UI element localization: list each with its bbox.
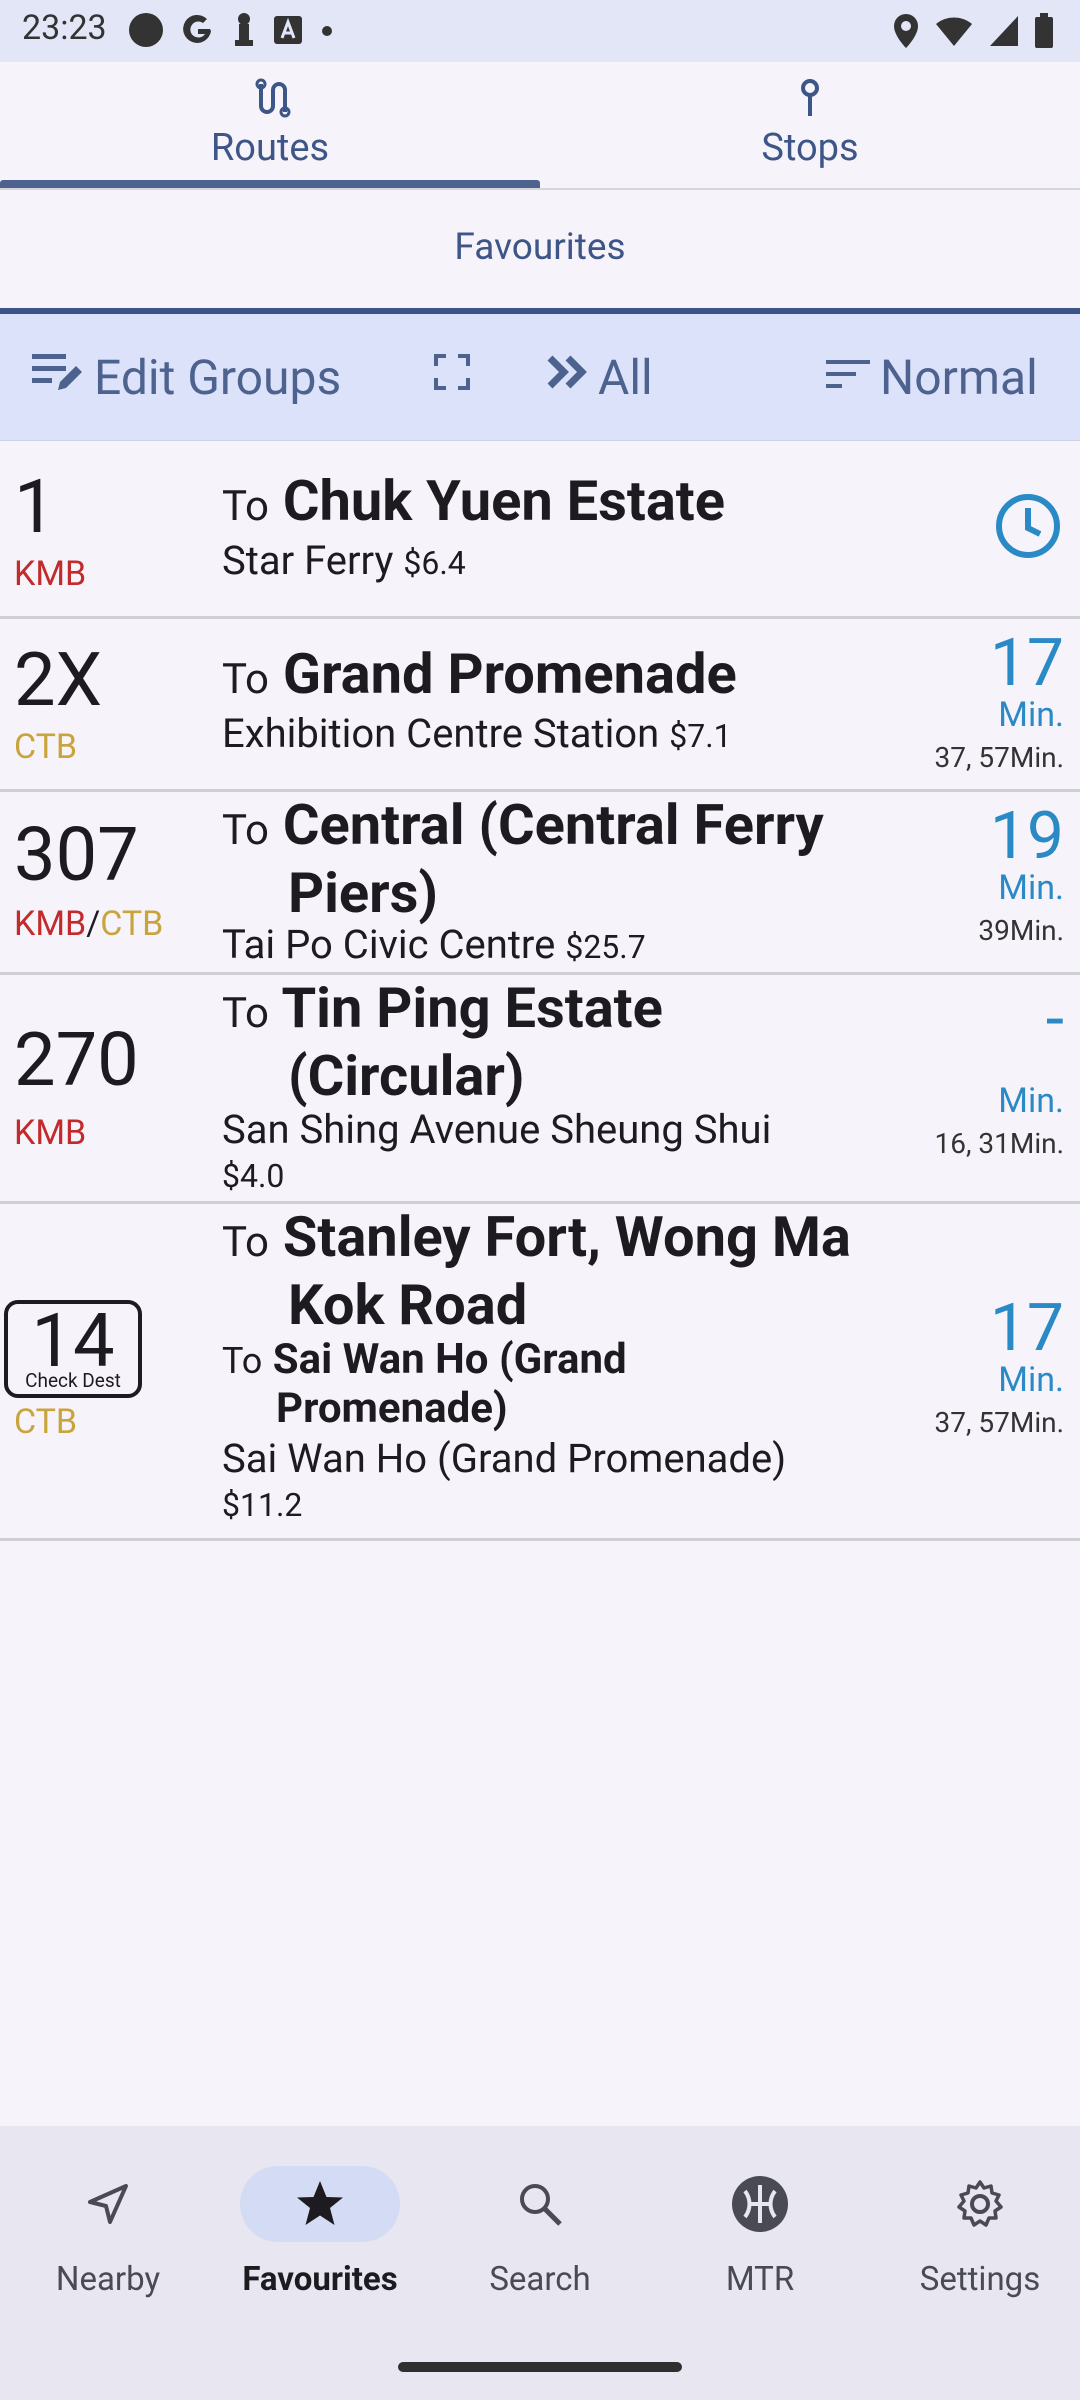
status-right-icons bbox=[892, 12, 1054, 54]
battery-icon bbox=[1034, 13, 1054, 53]
route-number: 307 bbox=[14, 812, 139, 899]
eta-minutes: - bbox=[1045, 981, 1064, 1058]
eta-next: 16, 31Min. bbox=[934, 1127, 1065, 1160]
tab-routes[interactable]: Routes bbox=[0, 62, 540, 188]
operator-ctb: CTB bbox=[14, 1402, 78, 1442]
bottom-navigation: Nearby Favourites Search MTR Settings bbox=[0, 2126, 1080, 2400]
notification-dot-icon bbox=[128, 12, 164, 52]
stop-pin-icon bbox=[788, 76, 832, 124]
fare: $11.2 bbox=[222, 1486, 303, 1524]
sort-icon bbox=[822, 349, 874, 406]
filter-all-label: All bbox=[598, 348, 653, 406]
nav-favourites[interactable]: Favourites bbox=[212, 2126, 428, 2326]
fare: $6.4 bbox=[403, 544, 466, 582]
fare: $7.1 bbox=[669, 717, 732, 755]
chess-piece-icon bbox=[232, 12, 256, 52]
route-row[interactable]: 2X CTB To Grand Promenade Exhibition Cen… bbox=[0, 619, 1080, 792]
tab-stops[interactable]: Stops bbox=[540, 62, 1080, 188]
stop-name: Star Ferry $6.4 bbox=[222, 537, 466, 584]
sub-destination: To Sai Wan Ho (Grand Promenade) bbox=[222, 1335, 627, 1433]
tab-stops-label: Stops bbox=[761, 126, 859, 170]
nav-settings[interactable]: Settings bbox=[872, 2126, 1080, 2326]
destination: To Grand Promenade bbox=[222, 641, 737, 707]
search-icon bbox=[460, 2166, 620, 2242]
edit-groups-label: Edit Groups bbox=[94, 348, 342, 406]
fullscreen-button[interactable] bbox=[430, 314, 474, 440]
route-number: 1 bbox=[14, 464, 56, 551]
double-chevron-right-icon bbox=[546, 349, 592, 406]
route-icon bbox=[248, 76, 292, 124]
route-number: 270 bbox=[14, 1017, 139, 1104]
status-bar: 23:23 bbox=[0, 0, 1080, 62]
eta-next: 39Min. bbox=[978, 914, 1064, 947]
sort-button[interactable]: Normal bbox=[822, 314, 1038, 440]
nav-mtr[interactable]: MTR bbox=[652, 2126, 868, 2326]
nav-search[interactable]: Search bbox=[432, 2126, 648, 2326]
status-time: 23:23 bbox=[22, 8, 107, 48]
eta-unit: Min. bbox=[998, 1081, 1064, 1121]
group-tab-bar[interactable]: Favourites bbox=[0, 188, 1080, 314]
eta-unit: Min. bbox=[998, 868, 1064, 908]
eta-next: 37, 57Min. bbox=[934, 1406, 1065, 1439]
wifi-icon bbox=[934, 14, 974, 52]
clock-icon bbox=[994, 492, 1062, 564]
fare: $4.0 bbox=[222, 1157, 285, 1195]
nav-nearby[interactable]: Nearby bbox=[0, 2126, 216, 2326]
status-left-icons bbox=[128, 12, 334, 52]
eta-next: 37, 57Min. bbox=[934, 741, 1065, 774]
google-icon bbox=[180, 12, 216, 52]
operator-kmb: KMB bbox=[14, 1113, 87, 1153]
operator-ctb: CTB bbox=[14, 727, 78, 767]
signal-icon bbox=[988, 14, 1020, 52]
small-dot-icon bbox=[320, 23, 334, 42]
active-tab-indicator bbox=[0, 180, 540, 188]
list-toolbar: Edit Groups All Normal bbox=[0, 314, 1080, 441]
stop-name: Sai Wan Ho (Grand Promenade) $11.2 bbox=[222, 1436, 900, 1528]
check-dest-badge: 14 Check Dest bbox=[4, 1298, 142, 1398]
tab-routes-label: Routes bbox=[210, 126, 330, 170]
mtr-logo-icon bbox=[680, 2166, 840, 2242]
route-row[interactable]: 14 Check Dest CTB To Stanley Fort, Wong … bbox=[0, 1204, 1080, 1541]
gear-icon bbox=[900, 2166, 1060, 2242]
destination: To Chuk Yuen Estate bbox=[222, 468, 725, 534]
operators: KMB/CTB bbox=[14, 904, 164, 944]
text-a-icon bbox=[272, 14, 304, 50]
edit-list-icon bbox=[28, 346, 88, 408]
top-tabs: Routes Stops bbox=[0, 62, 1080, 190]
filter-all-button[interactable]: All bbox=[546, 314, 653, 440]
stop-name: Exhibition Centre Station $7.1 bbox=[222, 710, 732, 757]
check-dest-label: Check Dest bbox=[25, 1369, 121, 1392]
route-row[interactable]: 307 KMB/CTB To Central (Central Ferry Pi… bbox=[0, 792, 1080, 975]
destination: To Stanley Fort, Wong Ma Kok Road bbox=[222, 1204, 851, 1338]
navigation-arrow-icon bbox=[28, 2166, 188, 2242]
stop-name: Tai Po Civic Centre $25.7 bbox=[222, 921, 646, 968]
operator-kmb: KMB bbox=[14, 554, 87, 594]
route-row[interactable]: 1 KMB To Chuk Yuen Estate Star Ferry $6.4 bbox=[0, 446, 1080, 619]
stop-name: San Shing Avenue Sheung Shui $4.0 bbox=[222, 1107, 900, 1199]
home-indicator[interactable] bbox=[398, 2362, 682, 2372]
eta-minutes: 17 bbox=[989, 625, 1064, 702]
route-row[interactable]: 270 KMB To Tin Ping Estate (Circular) Sa… bbox=[0, 975, 1080, 1204]
star-icon bbox=[240, 2166, 400, 2242]
location-icon bbox=[892, 12, 920, 54]
destination: To Central (Central Ferry Piers) bbox=[222, 792, 824, 926]
fullscreen-icon bbox=[430, 349, 474, 406]
destination: To Tin Ping Estate (Circular) bbox=[222, 975, 663, 1109]
group-favourites[interactable]: Favourites bbox=[0, 226, 1080, 269]
eta-minutes: 17 bbox=[989, 1290, 1064, 1367]
edit-groups-button[interactable]: Edit Groups bbox=[28, 314, 341, 440]
eta-unit: Min. bbox=[998, 1360, 1064, 1400]
route-number: 2X bbox=[14, 637, 102, 724]
sort-label: Normal bbox=[880, 348, 1038, 406]
fare: $25.7 bbox=[565, 928, 646, 966]
eta-unit: Min. bbox=[998, 695, 1064, 735]
eta-minutes: 19 bbox=[989, 798, 1064, 875]
